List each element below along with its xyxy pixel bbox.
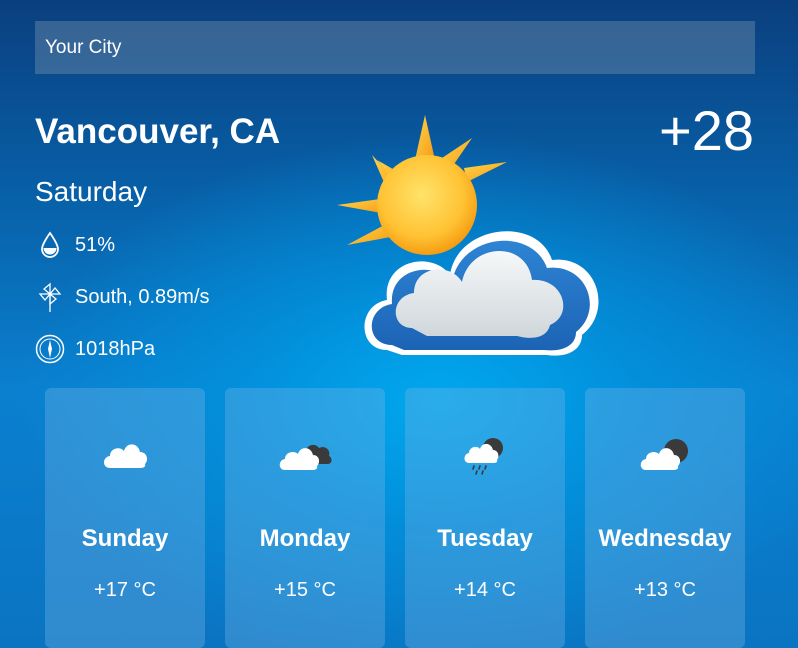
forecast-temp: +17 °C	[94, 579, 156, 601]
pressure-value: 1018hPa	[75, 337, 156, 360]
compass-icon	[35, 334, 65, 364]
city-name: Vancouver, CA	[35, 112, 281, 151]
forecast-card-wednesday: Wednesday +13 °C	[585, 388, 745, 648]
forecast-list: Sunday +17 °C Monday +15 °C Tuesday +14 …	[45, 388, 745, 648]
forecast-temp: +13 °C	[634, 579, 696, 601]
cloud-icon	[45, 436, 205, 476]
rain-cloud-icon	[405, 436, 565, 476]
forecast-day: Monday	[259, 525, 351, 552]
weather-app: Vancouver, CA Saturday +28 51% South,	[0, 0, 798, 648]
forecast-temp: +15 °C	[274, 579, 336, 601]
sun-behind-cloud-icon	[332, 110, 612, 375]
current-temperature: +28	[659, 99, 754, 162]
humidity-stat: 51%	[35, 230, 115, 260]
forecast-temp: +14 °C	[454, 579, 516, 601]
city-search-input[interactable]	[35, 21, 755, 74]
broken-clouds-icon	[585, 436, 745, 476]
wind-value: South, 0.89m/s	[75, 285, 210, 308]
droplet-icon	[35, 230, 65, 260]
forecast-card-sunday: Sunday +17 °C	[45, 388, 205, 648]
wind-stat: South, 0.89m/s	[35, 282, 210, 312]
pinwheel-icon	[35, 282, 65, 312]
forecast-card-tuesday: Tuesday +14 °C	[405, 388, 565, 648]
broken-clouds-icon	[225, 436, 385, 476]
forecast-card-monday: Monday +15 °C	[225, 388, 385, 648]
pressure-stat: 1018hPa	[35, 334, 155, 364]
forecast-day: Wednesday	[598, 525, 732, 552]
forecast-day: Tuesday	[437, 525, 533, 552]
humidity-value: 51%	[75, 233, 116, 256]
current-day: Saturday	[35, 176, 148, 207]
forecast-day: Sunday	[81, 525, 169, 552]
